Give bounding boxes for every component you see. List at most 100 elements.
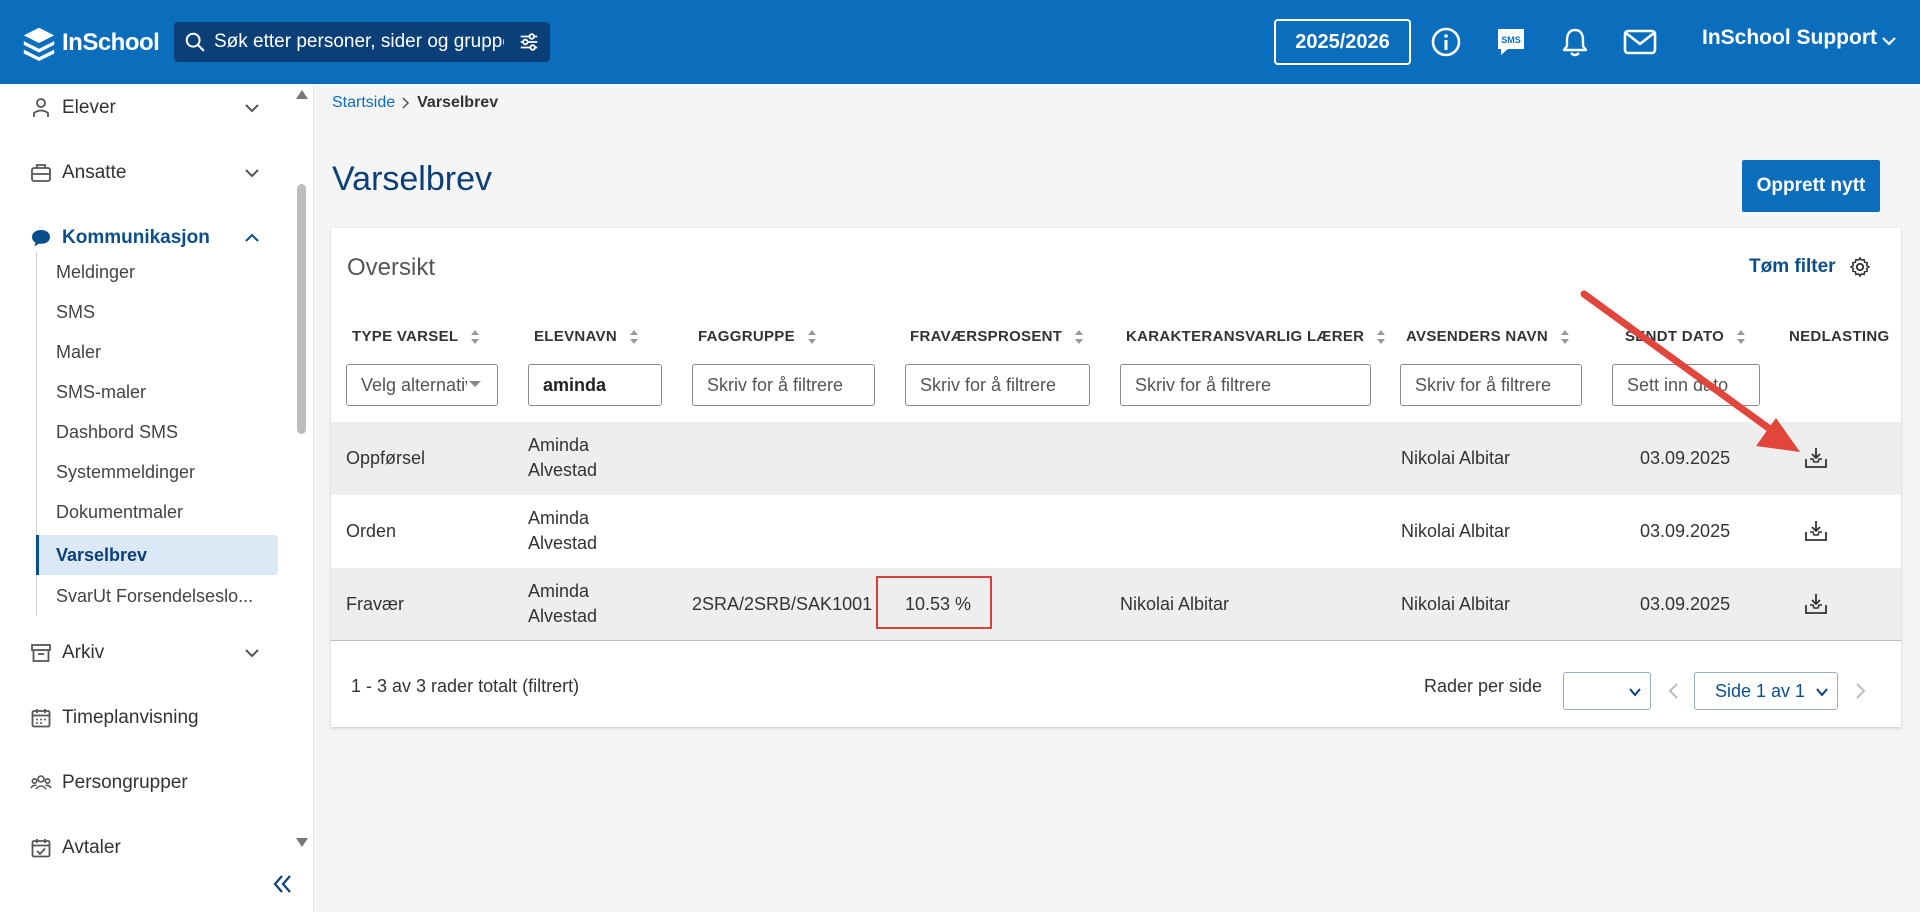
table-row[interactable]: Fravær Aminda Alvestad 2SRA/2SRB/SAK1001… [331,568,1901,641]
sms-icon[interactable]: SMS [1493,24,1529,60]
cell-type: Fravær [346,594,404,614]
breadcrumb-current: Varselbrev [417,94,499,111]
chevron-up-icon [245,233,259,242]
svg-text:SMS: SMS [1501,35,1521,45]
sidebar-item-label: Elever [62,97,116,118]
gear-icon[interactable] [1849,256,1871,278]
cell-faggruppe: 2SRA/2SRB/SAK1001 [692,594,873,614]
filter-icon[interactable] [518,31,540,53]
table-row[interactable]: Oppførsel Aminda Alvestad Nikolai Albita… [331,422,1901,495]
clear-filter-button[interactable]: Tøm filter [1749,256,1836,278]
chevron-right-icon [402,97,410,109]
column-header-label: KARAKTERANSVARLIG LÆRER [1126,328,1365,345]
column-header-karakteransvarlig-laerer[interactable]: KARAKTERANSVARLIG LÆRER [1126,328,1386,345]
mail-icon[interactable] [1622,24,1658,60]
cell-type: Oppførsel [346,448,426,468]
fravaersprosent-filter-input[interactable] [905,364,1090,406]
sidebar-subitem-meldinger[interactable]: Meldinger [36,252,278,292]
column-header-sendt-dato[interactable]: SENDT DATO [1625,328,1746,345]
previous-page-icon[interactable] [1664,680,1684,702]
user-menu-name[interactable]: InSchool Support [1702,26,1877,50]
scroll-up-arrow[interactable] [296,90,308,99]
search-input[interactable] [214,22,504,62]
cell-last-name: Alvestad [528,606,598,626]
column-header-label: ELEVNAVN [534,328,617,345]
sidebar-subitem-svarut[interactable]: SvarUt Forsendelseslo... [36,576,278,616]
sidebar-item-label: Timeplanvisning [62,707,199,728]
column-header-elevnavn[interactable]: ELEVNAVN [534,328,639,345]
sort-icon [1377,329,1386,344]
cell-type: Orden [346,521,397,541]
scroll-down-arrow[interactable] [296,838,308,847]
sidebar-scrollbar-thumb[interactable] [297,184,306,434]
breadcrumb: Startside Varselbrev [332,94,498,112]
column-header-type-varsel[interactable]: TYPE VARSEL [352,328,480,345]
cell-dato: 03.09.2025 [1640,594,1731,614]
column-header-label: FAGGRUPPE [698,328,795,345]
sidebar-subitem-sms-maler[interactable]: SMS-maler [36,372,278,412]
chevron-down-icon [245,104,259,113]
chevron-down-icon [1629,688,1641,697]
sort-icon [1561,329,1569,344]
sort-icon [1737,329,1746,344]
sidebar-item-label: Ansatte [62,162,127,183]
chevron-down-icon [245,649,259,658]
briefcase-icon [31,164,51,182]
sidebar-item-timeplanvisning[interactable]: Timeplanvisning [0,698,290,738]
sidebar-subitem-varselbrev[interactable]: Varselbrev [36,535,278,575]
breadcrumb-home-link[interactable]: Startside [332,94,395,112]
school-year-button[interactable]: 2025/2026 [1274,19,1411,65]
logo[interactable]: InSchool [20,24,160,62]
sendt-dato-filter-input[interactable] [1612,364,1760,406]
column-header-avsenders-navn[interactable]: AVSENDERS NAVN [1406,328,1570,345]
column-header-label: SENDT DATO [1625,328,1725,345]
sort-icon [1075,329,1084,344]
calendar-icon [31,709,51,728]
sidebar-item-ansatte[interactable]: Ansatte [0,153,290,193]
sort-icon [807,329,816,344]
avsender-filter-input[interactable] [1400,364,1582,406]
cell-last-name: Alvestad [528,460,598,480]
cell-first-name: Aminda [528,508,590,528]
chevron-down-icon[interactable] [1880,32,1898,50]
column-header-faggruppe[interactable]: FAGGRUPPE [698,328,817,345]
inschool-logo-icon [23,27,55,62]
create-new-button[interactable]: Opprett nytt [1742,160,1880,212]
download-icon[interactable] [1804,446,1828,470]
sidebar-subitem-systemmeldinger[interactable]: Systemmeldinger [36,452,278,492]
student-icon [33,98,49,117]
chevron-down-icon [245,169,259,178]
sidebar-item-arkiv[interactable]: Arkiv [0,633,290,673]
elevnavn-filter-input[interactable] [528,364,662,406]
laerer-filter-input[interactable] [1120,364,1371,406]
sidebar-item-persongrupper[interactable]: Persongrupper [0,763,290,803]
sidebar-subitem-maler[interactable]: Maler [36,332,278,372]
cell-laerer: Nikolai Albitar [1120,594,1230,614]
column-header-label: TYPE VARSEL [352,328,459,345]
sidebar-subitem-dashbord-sms[interactable]: Dashbord SMS [36,412,278,452]
page-select[interactable]: Side 1 av 1 [1694,672,1838,710]
sidebar-subitem-dokumentmaler[interactable]: Dokumentmaler [36,492,278,532]
group-icon [30,775,52,790]
column-header-label: FRAVÆRSPROSENT [910,328,1063,345]
download-icon[interactable] [1804,519,1828,543]
sidebar-subitem-sms[interactable]: SMS [36,292,278,332]
calendar-check-icon [31,839,51,858]
faggruppe-filter-input[interactable] [692,364,875,406]
collapse-sidebar-icon[interactable] [268,870,296,898]
sidebar-item-elever[interactable]: Elever [0,88,290,128]
sidebar-item-avtaler[interactable]: Avtaler [0,828,290,868]
next-page-icon[interactable] [1850,680,1870,702]
column-header-label: NEDLASTING [1789,328,1890,345]
table-row[interactable]: Orden Aminda Alvestad Nikolai Albitar 03… [331,495,1901,568]
bell-icon[interactable] [1557,24,1593,60]
info-icon[interactable] [1428,24,1464,60]
sidebar-item-label: Avtaler [62,837,121,858]
rows-per-page-select[interactable] [1563,672,1651,710]
cell-avsender: Nikolai Albitar [1401,521,1511,541]
sidebar-item-label: Persongrupper [62,772,188,793]
cell-dato: 03.09.2025 [1640,448,1731,468]
rows-per-page-label: Rader per side [1424,676,1543,696]
column-header-fravaersprosent[interactable]: FRAVÆRSPROSENT [910,328,1084,345]
download-icon[interactable] [1804,592,1828,616]
